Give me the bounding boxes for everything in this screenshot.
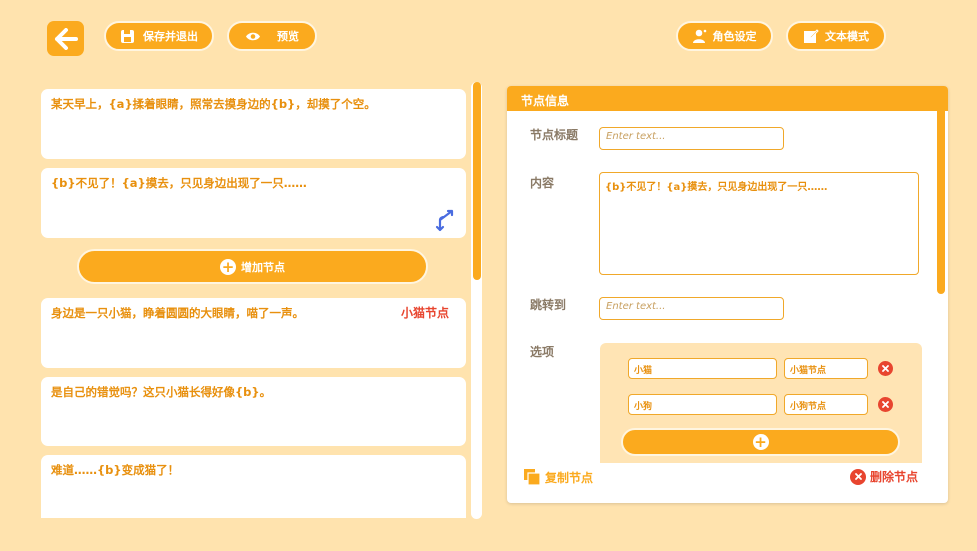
node-card[interactable]: 某天早上，{a}揉着眼睛，照常去摸身边的{b}，却摸了个空。 — [41, 89, 466, 159]
back-button[interactable] — [47, 21, 84, 56]
character-settings-label: 角色设定 — [712, 30, 757, 43]
add-node-label: 增加节点 — [241, 260, 285, 274]
delete-node-label: 删除节点 — [870, 470, 919, 484]
jump-to-input[interactable]: Enter text... — [599, 297, 784, 320]
remove-option-icon[interactable] — [878, 361, 893, 376]
arrow-left-icon — [54, 27, 78, 50]
content-label: 内容 — [530, 176, 555, 190]
edit-icon — [804, 29, 819, 43]
node-card[interactable]: 难道……{b}变成猫了！ — [41, 455, 466, 518]
option-target-input[interactable]: 小猫节点 — [784, 358, 868, 379]
preview-label: 预览 — [277, 30, 299, 43]
save-exit-label: 保存并退出 — [143, 30, 198, 43]
delete-node-button[interactable]: 删除节点 — [850, 468, 918, 485]
character-settings-button[interactable]: 角色设定 — [676, 21, 773, 51]
node-text: {b}不见了！{a}摸去，只见身边出现了一只…… — [51, 176, 307, 190]
branch-icon[interactable] — [434, 208, 458, 232]
node-card[interactable]: 身边是一只小猫，睁着圆圆的大眼睛，喵了一声。 小猫节点 — [41, 298, 466, 368]
node-text: 某天早上，{a}揉着眼睛，照常去摸身边的{b}，却摸了个空。 — [51, 97, 376, 111]
text-mode-label: 文本模式 — [825, 30, 869, 43]
preview-button[interactable]: 预览 — [227, 21, 317, 51]
panel-title: 节点信息 — [507, 86, 948, 111]
node-info-panel: 节点信息 节点标题 Enter text... 内容 {b}不见了！{a}摸去，… — [507, 86, 948, 503]
plus-icon: + — [220, 257, 236, 276]
node-tag: 小猫节点 — [400, 306, 449, 320]
options-label: 选项 — [530, 345, 555, 359]
node-card[interactable]: 是自己的错觉吗？这只小猫长得好像{b}。 — [41, 377, 466, 446]
node-list-scroll-thumb[interactable] — [473, 82, 481, 280]
save-icon — [121, 29, 134, 43]
node-title-input[interactable]: Enter text... — [599, 127, 784, 150]
save-exit-button[interactable]: 保存并退出 — [104, 21, 214, 51]
option-text-input[interactable]: 小狗 — [628, 394, 777, 415]
panel-scroll-thumb[interactable] — [937, 106, 945, 294]
content-textarea[interactable]: {b}不见了！{a}摸去，只见身边出现了一只…… — [599, 172, 919, 275]
add-node-button[interactable]: + 增加节点 — [77, 249, 428, 284]
node-text: 是自己的错觉吗？这只小猫长得好像{b}。 — [51, 385, 272, 399]
jump-to-label: 跳转到 — [530, 298, 567, 312]
node-text: 难道……{b}变成猫了！ — [51, 463, 180, 477]
copy-node-label: 复制节点 — [545, 470, 594, 485]
add-option-button[interactable]: + — [621, 428, 900, 456]
copy-node-button[interactable]: 复制节点 — [523, 468, 593, 486]
text-mode-button[interactable]: 文本模式 — [786, 21, 886, 51]
node-text: 身边是一只小猫，睁着圆圆的大眼睛，喵了一声。 — [51, 306, 304, 320]
option-target-input[interactable]: 小狗节点 — [784, 394, 868, 415]
remove-option-icon[interactable] — [878, 397, 893, 412]
user-icon — [692, 29, 706, 43]
plus-icon: + — [752, 433, 769, 451]
option-text-input[interactable]: 小猫 — [628, 358, 777, 379]
delete-icon — [850, 468, 866, 485]
node-card[interactable]: {b}不见了！{a}摸去，只见身边出现了一只…… — [41, 168, 466, 238]
node-title-label: 节点标题 — [530, 128, 579, 142]
copy-icon — [524, 469, 541, 486]
eye-icon — [246, 32, 260, 40]
